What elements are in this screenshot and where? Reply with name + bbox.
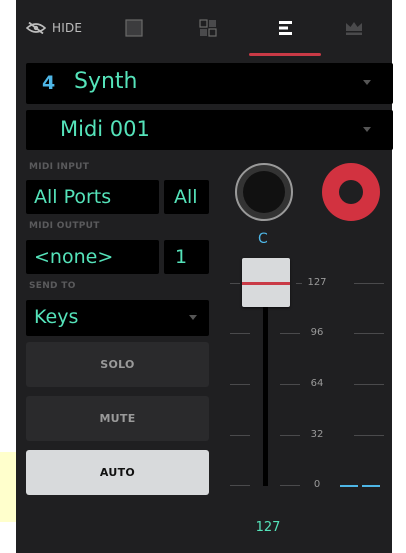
scale-label-127: 127 [307, 277, 327, 288]
track-name: Synth [74, 69, 138, 94]
scale-tick [230, 435, 250, 436]
scale-tick [230, 485, 250, 486]
scale-tick [230, 384, 250, 385]
midi-output-channel-field[interactable]: 1 [164, 240, 209, 274]
tab-master-view[interactable] [334, 0, 374, 56]
mute-label: MUTE [99, 412, 136, 425]
scale-tick [280, 435, 300, 436]
program-select[interactable]: Midi 001 [26, 110, 393, 150]
scale-tick [230, 333, 250, 334]
pad-grid-icon [199, 19, 217, 37]
scale-label-64: 64 [310, 378, 324, 389]
track-number: 4 [42, 72, 56, 94]
fader-handle-line [242, 282, 290, 285]
chevron-down-icon [189, 315, 197, 320]
record-arm-button[interactable] [322, 163, 380, 221]
hide-button[interactable]: HIDE [26, 0, 102, 56]
midi-output-port: <none> [34, 246, 114, 268]
scale-tick [354, 384, 384, 385]
pan-value: C [258, 231, 268, 247]
level-meter-right [362, 485, 380, 487]
level-meter-left [340, 485, 358, 487]
midi-output-port-field[interactable]: <none> [26, 240, 159, 274]
tab-track-view[interactable] [114, 0, 154, 56]
pan-knob[interactable] [235, 163, 293, 221]
square-icon [125, 19, 143, 37]
scale-tick [230, 283, 240, 284]
midi-output-channel: 1 [175, 246, 188, 268]
scale-tick [354, 333, 384, 334]
scale-tick [354, 283, 384, 284]
chevron-down-icon [363, 127, 371, 132]
scale-label-96: 96 [310, 327, 324, 338]
track-inspector-panel: HIDE 4 Synth Midi 001 MIDI INPUT All Por… [16, 0, 393, 553]
mixer-bars-icon [279, 21, 292, 35]
midi-input-channel: All [174, 186, 198, 208]
send-to-label: SEND TO [29, 281, 76, 291]
auto-label: AUTO [99, 466, 136, 479]
scale-label-0: 0 [313, 479, 321, 490]
auto-button[interactable]: AUTO [26, 450, 209, 495]
program-name: Midi 001 [60, 117, 150, 141]
crown-icon [346, 22, 362, 35]
scale-tick [280, 384, 300, 385]
mute-button[interactable]: MUTE [26, 396, 209, 441]
midi-input-port: All Ports [34, 186, 112, 208]
midi-input-channel-field[interactable]: All [164, 180, 209, 214]
active-tab-indicator [249, 53, 321, 56]
volume-fader-handle[interactable] [242, 258, 290, 307]
send-to-select[interactable]: Keys [26, 300, 209, 336]
scale-tick [354, 435, 384, 436]
solo-label: SOLO [100, 358, 135, 371]
send-to-value: Keys [34, 306, 79, 328]
volume-fader-track[interactable] [263, 296, 268, 486]
toolbar: HIDE [16, 0, 392, 56]
tab-pad-view[interactable] [188, 0, 228, 56]
hide-label: HIDE [52, 21, 83, 35]
scale-tick [280, 333, 300, 334]
pan-knob-center [243, 171, 285, 213]
solo-button[interactable]: SOLO [26, 342, 209, 387]
midi-output-label: MIDI OUTPUT [29, 221, 100, 231]
midi-input-port-field[interactable]: All Ports [26, 180, 159, 214]
side-highlight [0, 452, 16, 522]
record-icon [339, 180, 363, 204]
tab-mixer-view[interactable] [248, 0, 324, 56]
track-select[interactable]: 4 Synth [26, 63, 393, 104]
scale-tick [280, 485, 300, 486]
scale-label-32: 32 [310, 429, 324, 440]
volume-value: 127 [255, 520, 281, 535]
midi-input-label: MIDI INPUT [29, 162, 90, 172]
chevron-down-icon [363, 80, 371, 85]
eye-slash-icon [26, 22, 46, 34]
